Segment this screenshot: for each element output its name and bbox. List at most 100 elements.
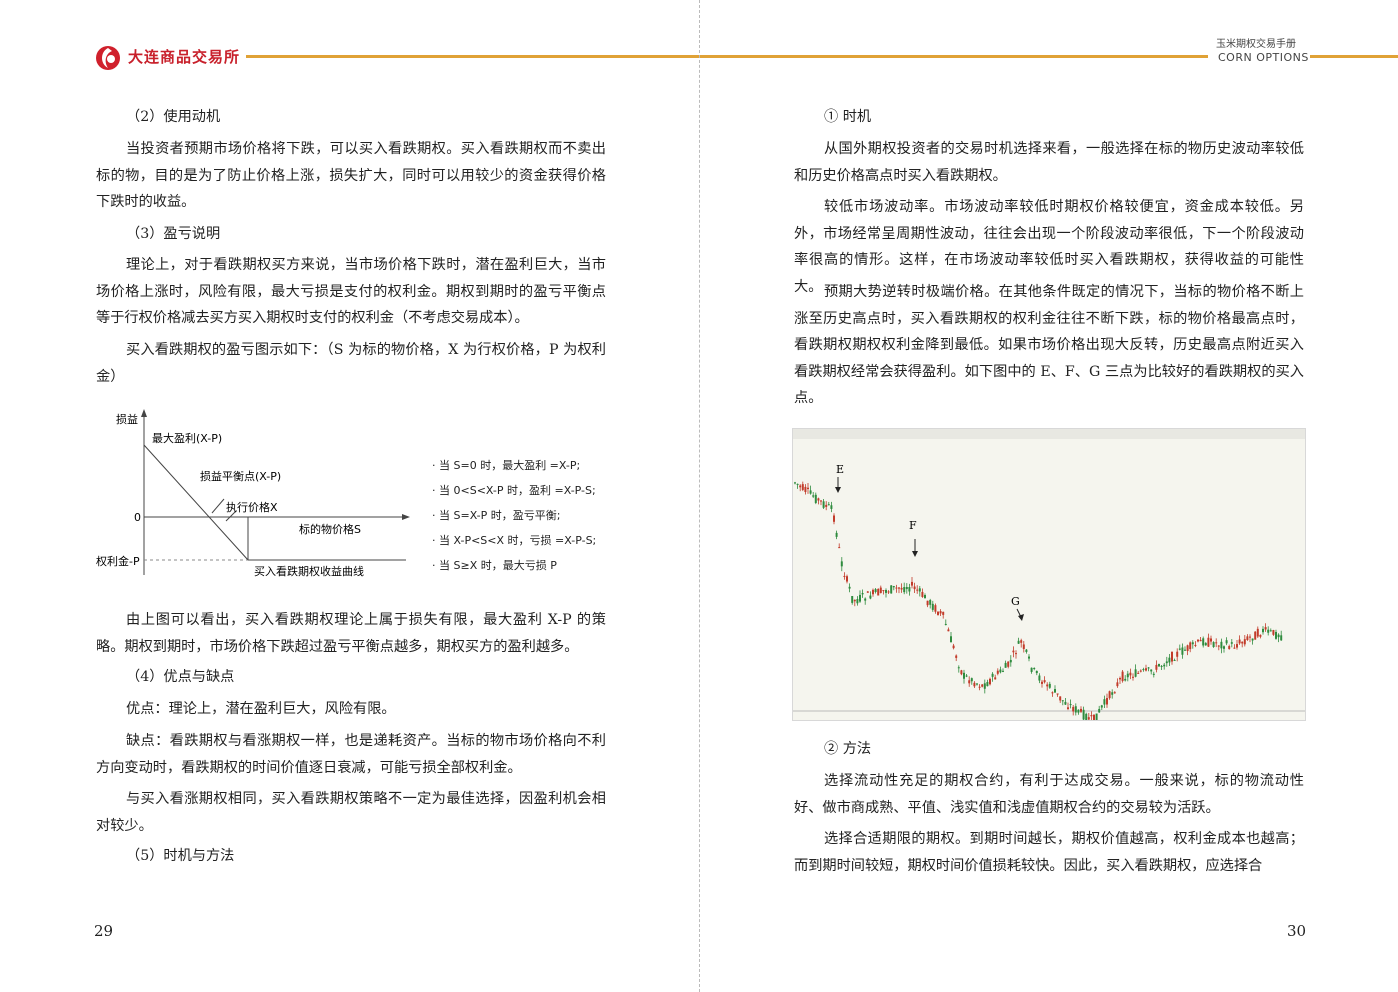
candle-body <box>1194 644 1197 646</box>
candle-body <box>1085 713 1088 721</box>
candle-body <box>1048 683 1051 688</box>
candle-body <box>955 655 958 658</box>
payoff-note: 当 0<S<X-P 时，盈利 =X-P-S; <box>432 478 596 503</box>
paragraph-diagram-conclusion: 由上图可以看出，买入看跌期权理论上属于损失有限，最大盈利 X-P 的策略。期权到… <box>96 612 606 655</box>
candle-body <box>1106 698 1108 705</box>
candle-body <box>1087 717 1090 720</box>
candle-body <box>835 532 838 537</box>
candle-body <box>1080 708 1082 712</box>
candle-body <box>1015 653 1017 655</box>
candle-body <box>1121 671 1124 682</box>
candle-body <box>1033 668 1036 670</box>
candle-body <box>1082 709 1085 720</box>
candle-body <box>1228 646 1231 649</box>
candle-body <box>968 680 971 684</box>
candle-body <box>859 594 861 602</box>
candle-body <box>1251 638 1254 641</box>
candle-body <box>1108 691 1111 699</box>
heading-motivation: （2）使用动机 <box>126 109 221 125</box>
strike-label: 执行价格X <box>226 500 278 514</box>
candle-body <box>1217 645 1220 647</box>
candle-body <box>1163 664 1166 667</box>
candle-body <box>1246 636 1249 641</box>
heading-timing-method: （5）时机与方法 <box>126 848 235 864</box>
paragraph-pnl: 理论上，对于看跌期权买方来说，当市场价格下跌时，潜在盈利巨大，当市场价格上涨时，… <box>96 257 606 326</box>
candle-body <box>1186 645 1189 652</box>
candle-body <box>1173 659 1176 661</box>
price-chart-svg: E F G <box>793 429 1305 725</box>
candle-body <box>796 483 799 485</box>
candle-body <box>1054 689 1056 693</box>
payoff-notes: 当 S=0 时，最大盈利 =X-P; 当 0<S<X-P 时，盈利 =X-P-S… <box>432 453 596 578</box>
candle-body <box>1145 668 1147 671</box>
candle-body <box>1072 706 1075 712</box>
candle-body <box>827 504 830 506</box>
candle-body <box>1277 634 1280 638</box>
candle-body <box>996 670 999 674</box>
candle-body <box>1030 667 1033 672</box>
max-profit-label: 最大盈利(X-P) <box>152 431 222 445</box>
paragraph-pros: 优点：理论上，潜在盈利巨大，风险有限。 <box>126 701 396 717</box>
candle-body <box>931 603 934 610</box>
candle-body <box>1059 696 1062 701</box>
candle-body <box>856 599 859 604</box>
header-rule-left <box>246 55 700 58</box>
brand-name: 大连商品交易所 <box>128 48 241 66</box>
candle-body <box>1132 676 1134 678</box>
candle-body <box>973 682 976 687</box>
candle-body <box>1028 656 1030 659</box>
candle-body <box>1137 672 1140 674</box>
candle-body <box>1184 649 1186 651</box>
heading-timing: ① 时机 <box>824 109 872 125</box>
paragraph-expiry: 选择合适期限的期权。到期时间越长，期权价值越高，权利金成本也越高；而到期时间较短… <box>794 831 1304 874</box>
paragraph-motivation: 当投资者预期市场价格将下跌，可以买入看跌期权。买入看跌期权而不卖出标的物，目的是… <box>96 141 606 210</box>
candle-body <box>1267 629 1270 633</box>
candle-body <box>1022 644 1025 649</box>
candle-body <box>957 667 960 669</box>
candle-body <box>942 611 945 615</box>
point-g-label: G <box>1011 595 1020 608</box>
candle-body <box>877 588 880 596</box>
candle-body <box>1264 627 1267 630</box>
candle-body <box>1064 701 1067 705</box>
candle-body <box>1191 642 1194 645</box>
point-f-arrowhead-icon <box>912 551 918 557</box>
candle-body <box>924 595 926 599</box>
candle-body <box>817 498 820 501</box>
paragraph-liquidity: 选择流动性充足的期权合约，有利于达成交易。一般来说，标的物流动性好、做市商成熟、… <box>794 773 1304 816</box>
candle-body <box>807 487 809 490</box>
manual-subtitle: CORN OPTIONS <box>1218 51 1309 64</box>
candle-body <box>908 587 911 592</box>
candle-body <box>1069 704 1072 706</box>
candle-body <box>898 587 900 589</box>
candle-body <box>838 547 841 549</box>
candle-body <box>952 645 955 649</box>
paragraph-extreme-price: 预期大势逆转时极端价格。在其他条件既定的情况下，当标的物价格不断上涨至历史高点时… <box>794 284 1304 406</box>
candle-body <box>1178 648 1181 650</box>
point-e-arrowhead-icon <box>835 487 841 493</box>
candle-body <box>794 482 796 484</box>
candle-body <box>1035 670 1038 674</box>
candle-body <box>1139 670 1142 672</box>
paragraph-compare: 与买入看涨期权相同，买入看跌期权策略不一定为最佳选择，因盈利机会相对较少。 <box>96 791 606 834</box>
candle-body <box>1241 641 1244 644</box>
underlying-price-label: 标的物价格S <box>299 522 361 536</box>
candle-body <box>960 670 963 675</box>
candle-body <box>1236 644 1238 648</box>
candle-body <box>1249 636 1251 638</box>
candle-body <box>1215 642 1218 644</box>
candle-body <box>970 678 973 682</box>
candle-body <box>1202 638 1205 646</box>
candle-body <box>1098 708 1101 713</box>
candle-body <box>1155 664 1158 670</box>
candle-body <box>1012 650 1015 653</box>
candle-body <box>814 494 817 503</box>
paragraph-diagram-intro: 买入看跌期权的盈亏图示如下：（S 为标的物价格，X 为行权价格，P 为权利金） <box>96 342 606 385</box>
candle-body <box>853 599 856 602</box>
candle-body <box>950 636 952 643</box>
candle-body <box>1077 709 1080 713</box>
premium-label: 权利金-P <box>96 554 140 568</box>
candle-body <box>929 600 932 605</box>
candle-body <box>1046 684 1049 687</box>
candle-body <box>1124 678 1127 681</box>
